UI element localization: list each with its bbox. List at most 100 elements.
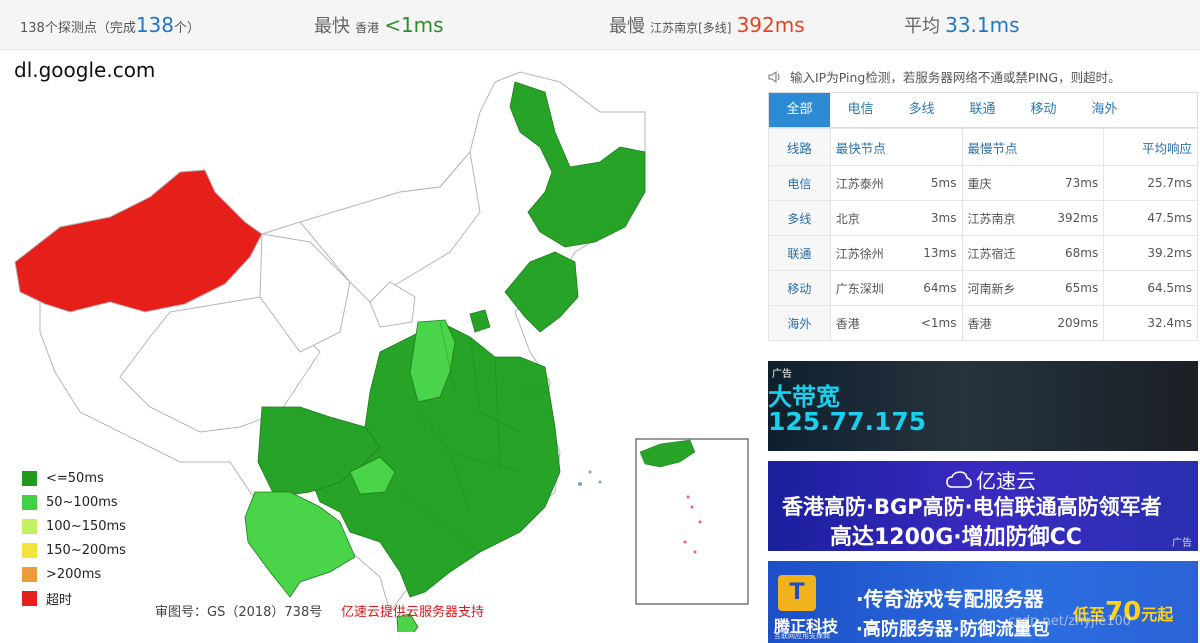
legend-item: 100~150ms [22,514,126,538]
island-dot [578,482,582,486]
ad-brand-sub: 互联网应用支撑商 [774,632,830,640]
ad-line1: 香港高防·BGP高防·电信联通高防领军者 [782,495,1162,519]
slowest-stat: 最慢 江苏南京[多线] 392ms [609,0,805,50]
row-slow-ms: 209ms [1031,305,1105,341]
legend-swatch [22,590,37,606]
row-avg: 47.5ms [1103,200,1198,236]
row-fast-node: 香港 [829,305,901,341]
average-label: 平均 [904,16,940,37]
header-fastest: 最快节点 [829,128,962,166]
legend-label: 100~150ms [46,518,126,534]
row-fast-ms: <1ms [900,305,963,341]
legend-label: 150~200ms [46,542,126,558]
ad-banner-yisu[interactable]: 亿速云 香港高防·BGP高防·电信联通高防领军者 高达1200G·增加防御CC … [768,461,1198,551]
fastest-location: 香港 [355,21,380,35]
summary-bar: 138个探测点（完成138个） 最快 香港 <1ms 最慢 江苏南京[多线] 3… [0,0,1200,50]
slowest-label: 最慢 [609,16,645,37]
fastest-label: 最快 [314,16,350,37]
header-line: 线路 [768,128,831,166]
row-line: 移动 [768,270,831,306]
ad-brand: 亿速云 [946,465,1036,494]
inset-island [693,550,697,554]
header-slowest: 最慢节点 [961,128,1104,166]
row-avg: 25.7ms [1103,165,1198,201]
results-table: 线路 最快节点 最慢节点 平均响应 电信 江苏泰州 5ms 重庆 73ms 25… [768,128,1198,341]
legend-label: >200ms [46,566,102,582]
legend-item: >200ms [22,562,126,586]
legend-swatch [22,518,37,534]
notice: 输入IP为Ping检测，若服务器网络不通或禁PING，则超时。 [768,67,1121,86]
row-avg: 64.5ms [1103,270,1198,306]
legend-item: 50~100ms [22,490,126,514]
average-value: 33.1ms [945,13,1020,37]
tab-unicom[interactable]: 联通 [952,93,1013,127]
row-slow-ms: 73ms [1031,165,1105,201]
legend-item: <=50ms [22,466,126,490]
legend-swatch [22,566,37,582]
legend: <=50ms 50~100ms 100~150ms 150~200ms >200… [22,466,126,610]
row-slow-ms: 65ms [1031,270,1105,306]
row-fast-node: 北京 [829,200,901,236]
ad-line2: 高达1200G·增加防御CC [830,525,1082,550]
ad-banner-bandwidth[interactable]: 广告 大带宽 125.77.175 [768,361,1198,451]
row-line: 多线 [768,200,831,236]
ad-tag: 广告 [1172,538,1192,549]
row-line: 电信 [768,165,831,201]
tab-telecom[interactable]: 电信 [830,93,891,127]
table-row: 联通 江苏徐州 13ms 江苏宿迁 68ms 39.2ms [768,235,1198,271]
probe-prefix: 138个探测点（完成 [20,21,136,36]
probe-count: 138个探测点（完成138个） [20,0,200,50]
tengzheng-logo-icon: T [778,575,816,611]
inset-island [686,495,690,499]
row-line: 联通 [768,235,831,271]
legend-swatch [22,542,37,558]
row-fast-ms: 13ms [900,235,963,271]
map-approval-number: 审图号：GS（2018）738号 [155,605,323,620]
legend-swatch [22,494,37,510]
tab-multiline[interactable]: 多线 [891,93,952,127]
table-header: 线路 最快节点 最慢节点 平均响应 [768,128,1198,166]
price-suffix: 元起 [1141,605,1174,624]
cloud-icon [946,470,972,488]
ad-ip: 125.77.175 [768,407,927,436]
row-avg: 39.2ms [1103,235,1198,271]
ad-brand-name: 亿速云 [976,469,1036,493]
row-slow-node: 江苏宿迁 [961,235,1032,271]
row-slow-ms: 392ms [1031,200,1105,236]
row-slow-node: 江苏南京 [961,200,1032,236]
row-fast-ms: 64ms [900,270,963,306]
row-fast-node: 广东深圳 [829,270,901,306]
island-dot [598,480,602,484]
notice-text: 输入IP为Ping检测，若服务器网络不通或禁PING，则超时。 [790,70,1121,85]
credit-link[interactable]: 亿速云提供云服务器支持 [341,601,484,620]
average-stat: 平均 33.1ms [904,0,1020,50]
table-row: 移动 广东深圳 64ms 河南新乡 65ms 64.5ms [768,270,1198,306]
table-row: 多线 北京 3ms 江苏南京 392ms 47.5ms [768,200,1198,236]
line-tabs: 全部 电信 多线 联通 移动 海外 [768,92,1198,128]
tab-overseas[interactable]: 海外 [1074,93,1135,127]
tab-mobile[interactable]: 移动 [1013,93,1074,127]
inset-island [690,505,694,509]
row-slow-ms: 68ms [1031,235,1105,271]
table-row: 电信 江苏泰州 5ms 重庆 73ms 25.7ms [768,165,1198,201]
row-avg: 32.4ms [1103,305,1198,341]
table-row: 海外 香港 <1ms 香港 209ms 32.4ms [768,305,1198,341]
probe-count-value: 138 [135,13,175,37]
row-fast-node: 江苏泰州 [829,165,901,201]
legend-label: 超时 [46,592,73,608]
row-line: 海外 [768,305,831,341]
ad-banner-tengzheng[interactable]: T 腾正科技 互联网应用支撑商 ·传奇游戏专配服务器 ·高防服务器·防御流量包 … [768,561,1198,643]
slowest-value: 392ms [736,13,805,37]
legend-swatch [22,470,37,486]
legend-label: <=50ms [46,470,104,486]
ad-line1: ·传奇游戏专配服务器 [856,587,1044,611]
row-fast-ms: 5ms [900,165,963,201]
island-dot [588,470,592,474]
row-slow-node: 河南新乡 [961,270,1032,306]
speaker-icon [768,70,780,83]
tab-all[interactable]: 全部 [769,93,830,127]
row-slow-node: 重庆 [961,165,1032,201]
legend-item: 超时 [22,586,126,610]
slowest-location: 江苏南京[多线] [650,21,732,35]
header-average: 平均响应 [1103,128,1198,166]
